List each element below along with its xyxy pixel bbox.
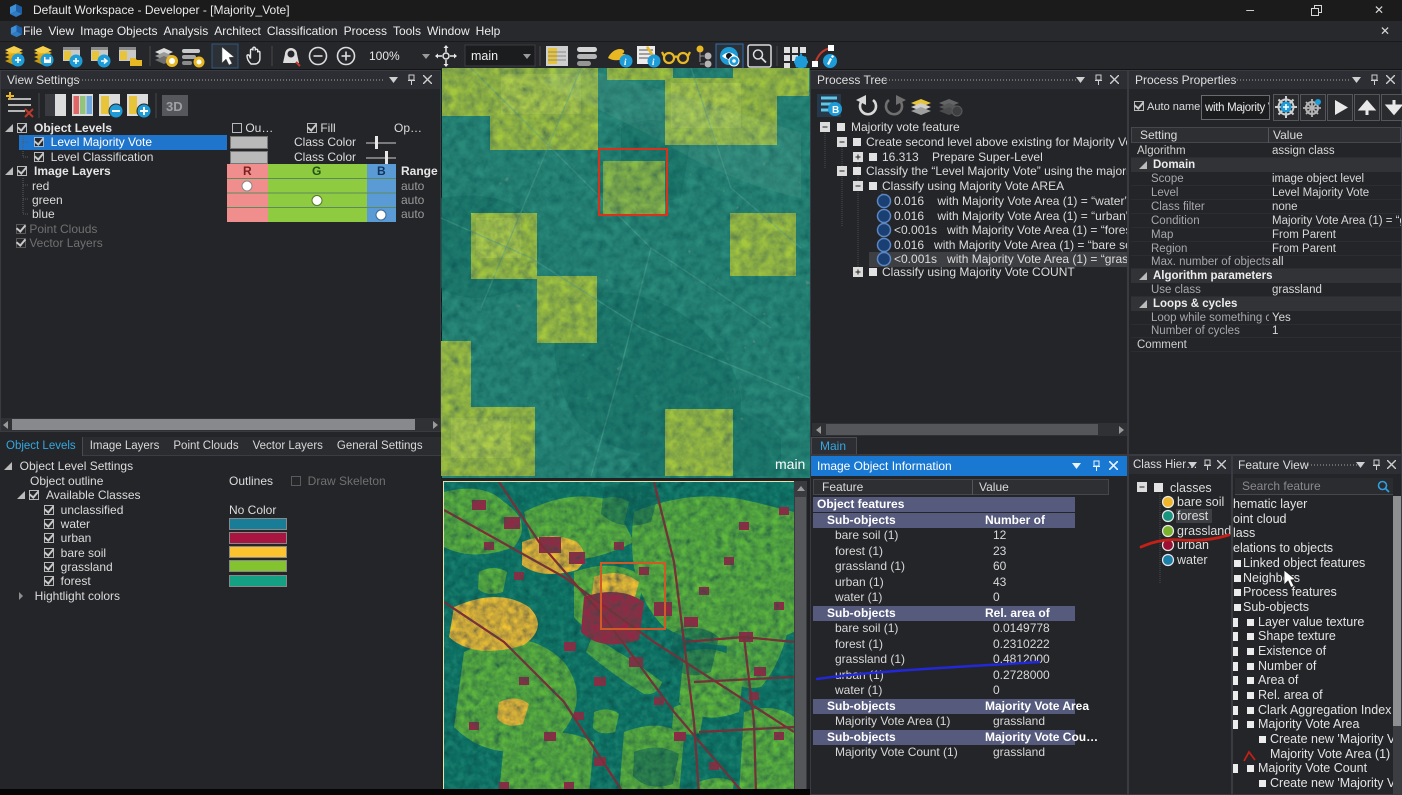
svg-text:Classify using Majority Vote A: Classify using Majority Vote AREA	[882, 179, 1064, 193]
svg-text:R: R	[243, 164, 252, 178]
svg-text:forest: forest	[1177, 509, 1209, 523]
svg-text:water: water	[1176, 553, 1208, 567]
svg-text:Create second level above exis: Create second level above existing for M…	[866, 135, 1127, 149]
svg-text:Majority vote feature: Majority vote feature	[851, 121, 960, 134]
svg-text:classes: classes	[1170, 481, 1212, 495]
svg-text:Classify using Majority Vote C: Classify using Majority Vote COUNT	[882, 265, 1075, 279]
svg-text:B: B	[377, 164, 386, 178]
svg-text:3D: 3D	[166, 99, 183, 114]
svg-text:B: B	[832, 105, 839, 116]
svg-text:<0.001s with Majority Vote A: <0.001s with Majority Vote Area (1) = “g…	[894, 252, 1127, 266]
svg-text:G: G	[312, 164, 321, 178]
svg-text:100%: 100%	[369, 49, 400, 63]
svg-text:0.016 with Majority Vote Are: 0.016 with Majority Vote Area (1) = “bar…	[894, 238, 1127, 252]
svg-text:0.016 with Majority Vote Ar: 0.016 with Majority Vote Area (1) = “wat…	[894, 194, 1127, 208]
svg-text:main: main	[471, 49, 498, 63]
svg-text:<0.001s with Majority Vote A: <0.001s with Majority Vote Area (1) = “f…	[894, 223, 1127, 237]
svg-text:bare soil: bare soil	[1177, 495, 1224, 509]
svg-text:16.313 Prepare Super-Level: 16.313 Prepare Super-Level	[882, 150, 1043, 164]
svg-text:Classify the “Level Majority V: Classify the “Level Majority Vote” using…	[866, 164, 1127, 178]
svg-text:main: main	[775, 456, 805, 472]
svg-text:0.016 with Majority Vote Ar: 0.016 with Majority Vote Area (1) = “urb…	[894, 209, 1127, 223]
